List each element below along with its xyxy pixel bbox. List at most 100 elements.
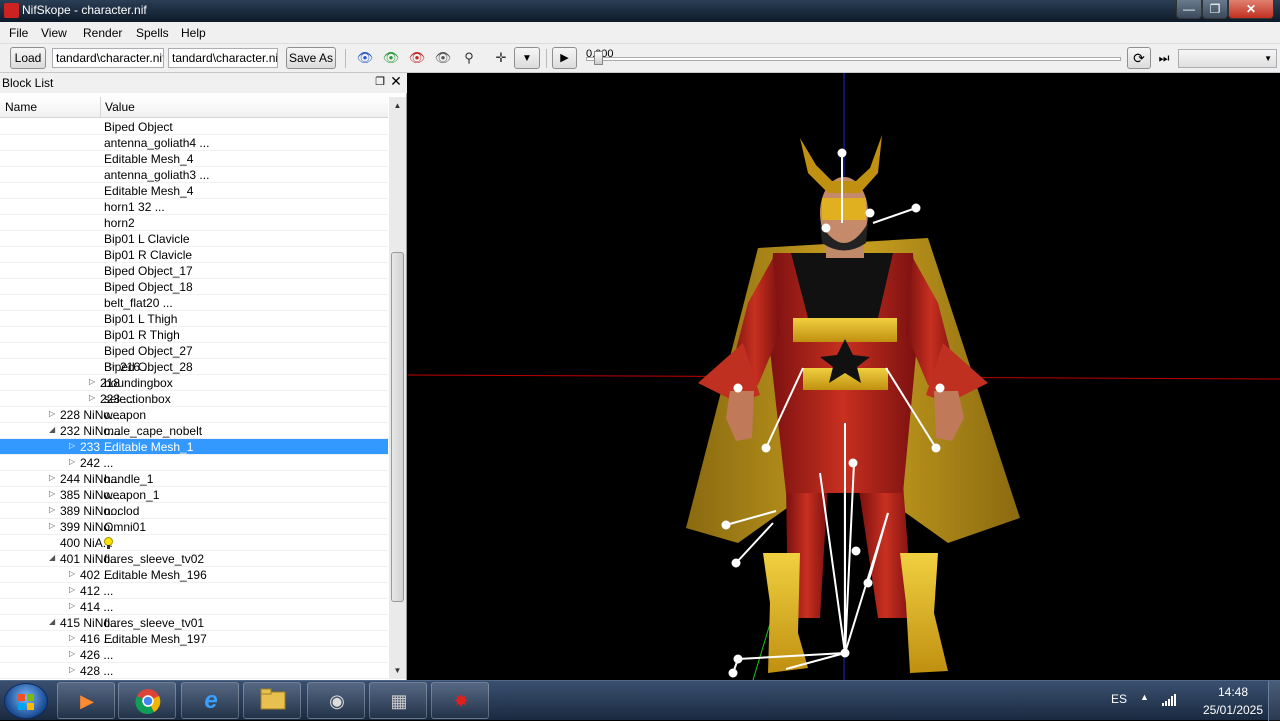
tree-row[interactable]: ▷ 385 NiNo... weapon_1	[0, 487, 388, 503]
tree-row[interactable]: 400 NiA...	[0, 535, 388, 551]
nifskope-icon[interactable]: ✸	[431, 682, 489, 719]
tree-row[interactable]: ◢ 415 NiNo... flares_sleeve_tv01	[0, 615, 388, 631]
close-button[interactable]: ✕	[1228, 0, 1274, 19]
tree-row[interactable]: Biped Object_17	[0, 263, 388, 279]
view-side-icon[interactable]: 👁	[408, 50, 426, 66]
load-path-field[interactable]: tandard\character.nif	[52, 48, 164, 68]
tree-row[interactable]: ▷ 402 ... Editable Mesh_196	[0, 567, 388, 583]
tree-row[interactable]: antenna_goliath3 ...	[0, 167, 388, 183]
tree-row[interactable]: Bip01 R Thigh	[0, 327, 388, 343]
render-viewport[interactable]	[408, 73, 1280, 680]
collapsed-arrow-icon[interactable]: ▷	[69, 457, 75, 466]
tree-row[interactable]: belt_flat20 ...	[0, 295, 388, 311]
tree-row[interactable]: Biped Object_27	[0, 343, 388, 359]
audio-icon[interactable]: ◉	[307, 682, 365, 719]
expanded-arrow-icon[interactable]: ◢	[49, 553, 55, 562]
play-button[interactable]: ▶	[552, 47, 577, 69]
tree-row[interactable]: ▷ 244 NiNo... handle_1	[0, 471, 388, 487]
menu-file[interactable]: File	[9, 26, 28, 40]
tree-row[interactable]: ▷ 416 ... Editable Mesh_197	[0, 631, 388, 647]
collapsed-arrow-icon[interactable]: ▷	[89, 393, 95, 402]
tree-row[interactable]: Biped Object_18	[0, 279, 388, 295]
walk-mode-icon[interactable]: ⚲	[460, 50, 478, 66]
close-icon[interactable]: ✕	[390, 74, 402, 88]
collapsed-arrow-icon[interactable]: ▷	[49, 489, 55, 498]
save-as-button[interactable]: Save As	[286, 47, 336, 69]
network-icon[interactable]	[1162, 694, 1176, 706]
animation-select[interactable]: ▼	[1178, 49, 1277, 68]
start-button[interactable]	[4, 683, 48, 719]
switch-anim-icon[interactable]: ⏭	[1155, 50, 1173, 66]
column-divider[interactable]	[100, 97, 101, 118]
tree-row[interactable]: ◢ 401 NiNo... flares_sleeve_tv02	[0, 551, 388, 567]
clock-time[interactable]: 14:48	[1200, 685, 1266, 699]
loop-icon[interactable]: ⟳	[1127, 47, 1151, 69]
tree-row[interactable]: ▷ 428 ...	[0, 663, 388, 679]
collapsed-arrow-icon[interactable]: ▷	[69, 665, 75, 674]
expanded-arrow-icon[interactable]: ◢	[49, 425, 55, 434]
collapsed-arrow-icon[interactable]: ▷	[69, 585, 75, 594]
tree-row[interactable]: horn2	[0, 215, 388, 231]
maximize-button[interactable]: ❐	[1202, 0, 1228, 19]
expanded-arrow-icon[interactable]: ◢	[49, 617, 55, 626]
video-icon[interactable]: ▦	[369, 682, 427, 719]
ie-icon[interactable]: e	[181, 682, 239, 719]
column-name[interactable]: Name	[5, 100, 37, 114]
tree-row[interactable]: ▷ 228 NiNo... weapon	[0, 407, 388, 423]
minimize-button[interactable]: —	[1176, 0, 1202, 19]
menu-view[interactable]: View	[41, 26, 67, 40]
collapsed-arrow-icon[interactable]: ▷	[69, 441, 75, 450]
tree-row[interactable]: horn1 32 ...	[0, 199, 388, 215]
tree-row[interactable]: Bip01 L Clavicle	[0, 231, 388, 247]
float-icon[interactable]: ❐	[374, 76, 386, 88]
media-player-icon[interactable]: ▶	[57, 682, 115, 719]
tree-row[interactable]: Biped Object	[0, 119, 388, 135]
collapsed-arrow-icon[interactable]: ▷	[49, 505, 55, 514]
menu-render[interactable]: Render	[83, 26, 122, 40]
tree-row[interactable]: ▷ 233 ... Editable Mesh_1	[0, 439, 388, 455]
column-value[interactable]: Value	[105, 100, 135, 114]
vertical-scrollbar[interactable]: ▲ ▼	[389, 97, 406, 679]
tree-row[interactable]: ▷ 412 ...	[0, 583, 388, 599]
tree-row[interactable]: ▷ 218 boundingbox	[0, 375, 388, 391]
language-indicator[interactable]: ES	[1111, 692, 1127, 706]
axis-icon[interactable]: ✛	[492, 50, 510, 66]
scroll-up-icon[interactable]: ▲	[389, 97, 406, 114]
time-slider[interactable]	[586, 57, 1121, 61]
tree-row[interactable]: Bip01 L Thigh	[0, 311, 388, 327]
tree-row[interactable]: Bip01 R Clavicle	[0, 247, 388, 263]
tree-row[interactable]: ▷ 399 NiNo... Omni01	[0, 519, 388, 535]
tree-row[interactable]: Editable Mesh_4	[0, 151, 388, 167]
menu-help[interactable]: Help	[181, 26, 206, 40]
collapsed-arrow-icon[interactable]: ▷	[69, 601, 75, 610]
tree-row[interactable]: ▷ 426 ...	[0, 647, 388, 663]
tray-expand-icon[interactable]: ▲	[1140, 692, 1149, 702]
chrome-icon[interactable]	[118, 682, 176, 719]
show-desktop-button[interactable]	[1268, 681, 1280, 721]
tree-row[interactable]: ▷ 242 ...	[0, 455, 388, 471]
collapsed-arrow-icon[interactable]: ▷	[89, 377, 95, 386]
scroll-thumb[interactable]	[391, 252, 404, 602]
collapsed-arrow-icon[interactable]: ▷	[69, 633, 75, 642]
collapsed-arrow-icon[interactable]: ▷	[69, 649, 75, 658]
tree-row[interactable]: antenna_goliath4 ...	[0, 135, 388, 151]
view-front-icon[interactable]: 👁	[382, 50, 400, 66]
collapsed-arrow-icon[interactable]: ▷	[49, 409, 55, 418]
save-path-field[interactable]: tandard\character.nif	[168, 48, 278, 68]
time-slider-handle[interactable]	[594, 51, 603, 65]
tree-row[interactable]: ▷ 414 ...	[0, 599, 388, 615]
view-dropdown-button[interactable]: ▼	[514, 47, 540, 69]
collapsed-arrow-icon[interactable]: ▷	[49, 473, 55, 482]
load-button[interactable]: Load	[10, 47, 46, 69]
scroll-down-icon[interactable]: ▼	[389, 662, 406, 679]
view-user-icon[interactable]: 👁	[434, 50, 452, 66]
explorer-icon[interactable]	[243, 682, 301, 719]
tree-row[interactable]: ▷ 389 NiNo... noclod	[0, 503, 388, 519]
menu-spells[interactable]: Spells	[136, 26, 169, 40]
tree-row[interactable]: ◢ 232 NiNo... male_cape_nobelt	[0, 423, 388, 439]
collapsed-arrow-icon[interactable]: ▷	[69, 569, 75, 578]
tree-row[interactable]: Editable Mesh_4	[0, 183, 388, 199]
tree-row[interactable]: ▷ 216 ... Biped Object_28	[0, 359, 388, 375]
tree-row[interactable]: ▷ 223 ... selectionbox	[0, 391, 388, 407]
clock-date[interactable]: 25/01/2025	[1200, 703, 1266, 717]
